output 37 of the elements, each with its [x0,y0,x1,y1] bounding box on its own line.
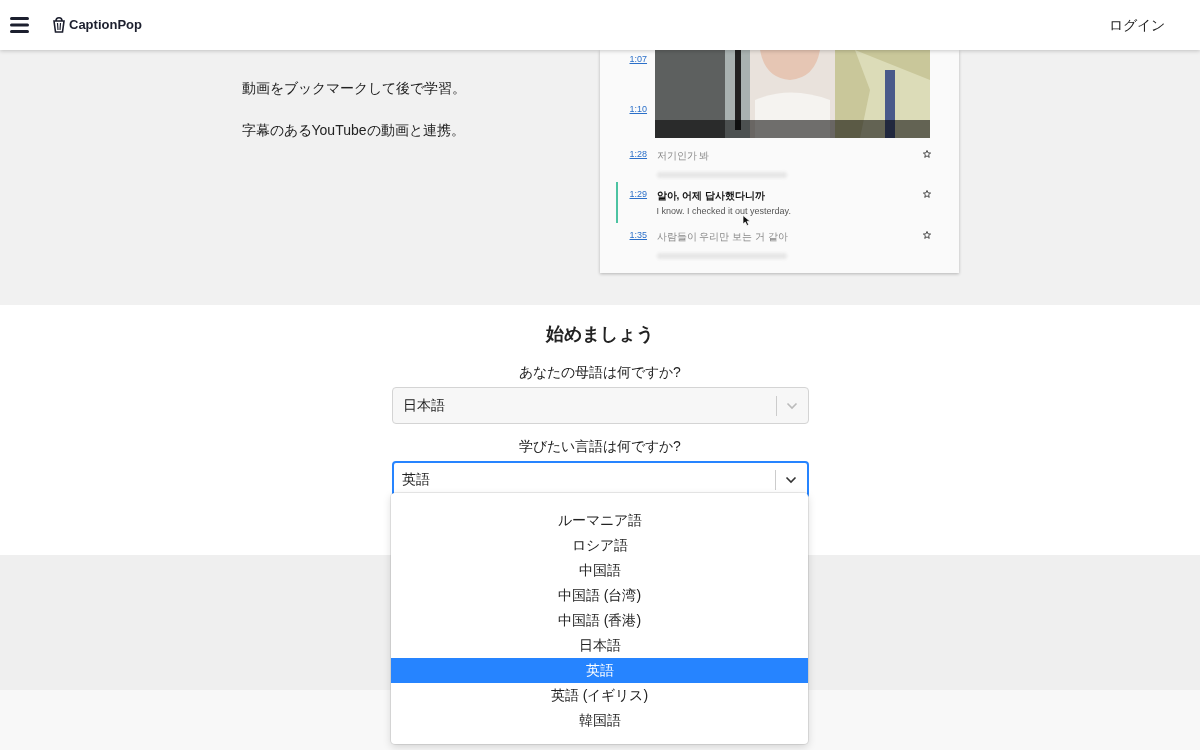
timestamp-link[interactable]: 1:07 [615,53,654,67]
translation-text: I know. I checked it out yesterday. [656,205,791,217]
dropdown-option[interactable]: 英語 (イギリス) [391,683,808,708]
subtitle-text: 알아, 어제 답사했다니까 [656,189,766,203]
chevron-down-icon [785,475,797,484]
star-icon[interactable] [922,150,931,158]
language-select[interactable]: 日本語 [391,387,809,424]
transcript-line[interactable]: 1:29 알아, 어제 답사했다니까 I know. I checked it out yesterday. [615,182,931,223]
cursor-icon [741,215,752,226]
dropdown-option[interactable]: 中国語 [391,558,808,583]
star-icon[interactable] [922,230,931,239]
bucket-icon [53,17,65,33]
subtitle-text: 사람들이 우리만 보는 거 같아 [656,229,789,244]
dropdown-option[interactable]: 英語 [391,658,808,683]
dropdown-option[interactable]: ロシア語 [391,533,808,558]
dropdown-option[interactable]: 韓国語 [391,708,808,733]
dropdown-option[interactable]: 日本語 [391,633,808,658]
transcript-line[interactable]: 1:28 저기인가 봐 [615,142,931,182]
menu-icon[interactable] [10,17,29,33]
question-label: 学びたい言語は何ですか? [518,437,682,456]
transcript-line[interactable]: 1:35 사람들이 우리만 보는 거 같아 [615,222,931,263]
brand-name[interactable]: CaptionPop [69,15,142,35]
timestamp-link[interactable]: 1:35 [617,228,657,259]
login-link[interactable]: ログイン [1109,14,1165,36]
timestamp-link[interactable]: 1:29 [617,188,657,219]
dropdown-option[interactable]: ルーマニア語 [391,508,808,533]
chevron-down-icon [786,401,798,410]
section-title: 始めましょう [544,323,655,346]
timestamp-link[interactable]: 1:28 [617,148,657,178]
dropdown-option[interactable]: 中国語 (香港) [391,608,808,633]
timestamp-link[interactable]: 1:10 [615,102,654,116]
star-icon[interactable] [922,190,931,198]
feature-text: 動画をブックマークして後で学習。 [241,79,467,97]
subtitle-text: 저기인가 봐 [656,149,711,163]
feature-text: 字幕のあるYouTubeの動画と連携。 [241,121,466,139]
question-label: あなたの母語は何ですか? [518,363,682,382]
dropdown-option[interactable]: 中国語 (台湾) [391,583,808,608]
